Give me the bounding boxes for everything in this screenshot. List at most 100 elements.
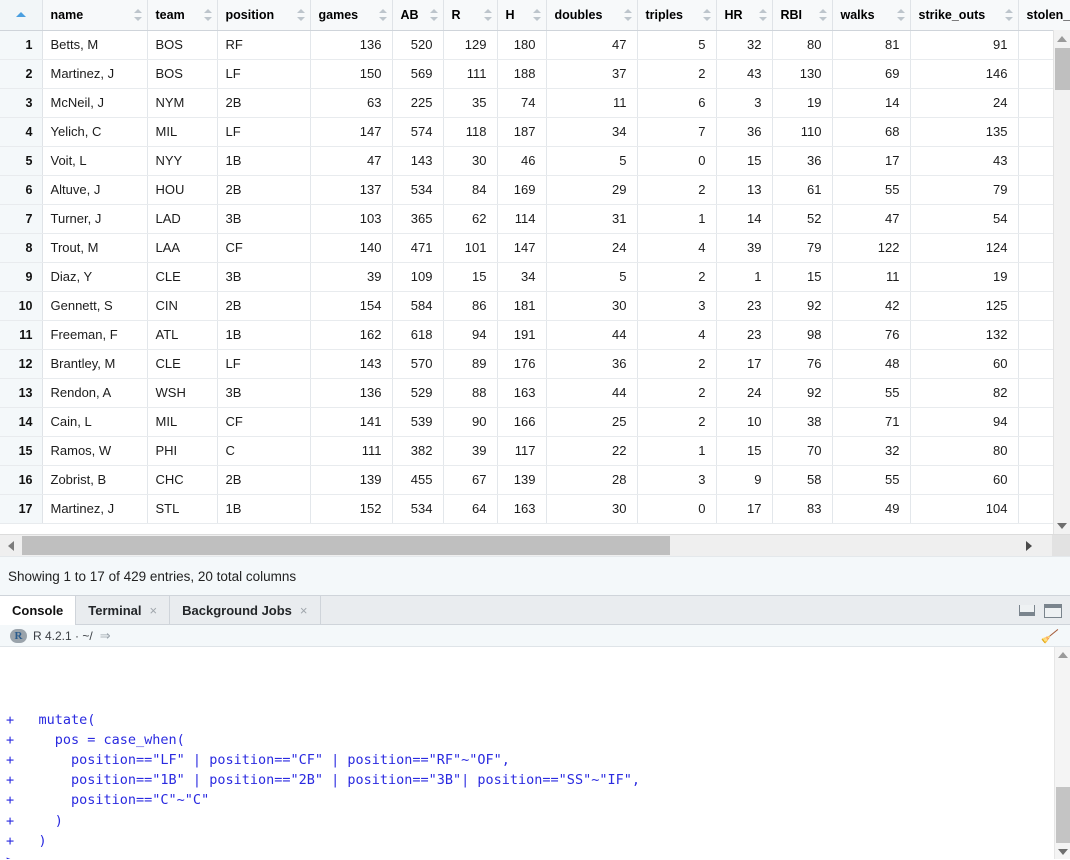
cell-rbi: 38: [772, 407, 833, 437]
maximize-pane-icon[interactable]: [1044, 603, 1062, 618]
cell-h: 187: [497, 117, 547, 147]
table-row[interactable]: 13 Rendon, A WSH 3B 136 529 88 163 44 2 24 92 55 82: [0, 378, 1070, 408]
column-header-label: name: [50, 7, 84, 22]
cell-team: ATL: [147, 320, 218, 350]
cell-position: LF: [217, 349, 311, 379]
column-header-ab[interactable]: AB: [392, 0, 444, 31]
sort-toggle-icon[interactable]: [1004, 8, 1014, 22]
vertical-scrollbar-thumb[interactable]: [1055, 48, 1070, 90]
cell-rbi: 76: [772, 349, 833, 379]
cell-doubles: 22: [546, 436, 638, 466]
row-number: 3: [0, 88, 43, 118]
cell-triples: 1: [637, 436, 717, 466]
console-scrollbar-thumb[interactable]: [1056, 787, 1070, 843]
sort-toggle-icon[interactable]: [623, 8, 633, 22]
column-header-stolen_[interactable]: stolen_: [1018, 0, 1070, 31]
console-vertical-scrollbar[interactable]: [1054, 647, 1070, 859]
sort-toggle-icon[interactable]: [133, 8, 143, 22]
cell-h: 147: [497, 233, 547, 263]
scroll-right-button[interactable]: [1018, 535, 1039, 556]
table-row[interactable]: 3 McNeil, J NYM 2B 63 225 35 74 11 6 3 19 14 24: [0, 88, 1070, 118]
console-scroll-up-button[interactable]: [1055, 647, 1070, 662]
table-horizontal-scrollbar[interactable]: [0, 534, 1070, 556]
cell-ab: 539: [392, 407, 444, 437]
table-row[interactable]: 6 Altuve, J HOU 2B 137 534 84 169 29 2 13 61 55 79: [0, 175, 1070, 205]
sort-toggle-icon[interactable]: [896, 8, 906, 22]
table-row[interactable]: 17 Martinez, J STL 1B 152 534 64 163 30 0 17 83 49 10…: [0, 494, 1070, 524]
scroll-up-button[interactable]: [1054, 30, 1070, 47]
table-row[interactable]: 9 Diaz, Y CLE 3B 39 109 15 34 5 2 1 15 11 19: [0, 262, 1070, 292]
sort-toggle-icon[interactable]: [532, 8, 542, 22]
open-working-directory-icon[interactable]: ⇒: [100, 628, 111, 644]
horizontal-scrollbar-thumb[interactable]: [22, 536, 670, 555]
tab-console[interactable]: Console: [0, 596, 77, 625]
sort-toggle-icon[interactable]: [296, 8, 306, 22]
column-header-h[interactable]: H: [497, 0, 547, 31]
sort-toggle-icon[interactable]: [818, 8, 828, 22]
tab-terminal[interactable]: Terminal ×: [76, 596, 171, 625]
cell-triples: 3: [637, 291, 717, 321]
cell-team: WSH: [147, 378, 218, 408]
tab-background-jobs[interactable]: Background Jobs ×: [170, 596, 321, 625]
cell-games: 162: [310, 320, 393, 350]
column-header-name[interactable]: name: [42, 0, 148, 31]
table-row[interactable]: 15 Ramos, W PHI C 111 382 39 117 22 1 15 70 32 80: [0, 436, 1070, 466]
table-status-bar: Showing 1 to 17 of 429 entries, 20 total…: [0, 556, 1070, 595]
column-header-r[interactable]: R: [443, 0, 498, 31]
cell-strike_outs: 19: [910, 262, 1019, 292]
column-header-team[interactable]: team: [147, 0, 218, 31]
table-row[interactable]: 14 Cain, L MIL CF 141 539 90 166 25 2 10 38 71 94: [0, 407, 1070, 437]
column-header-triples[interactable]: triples: [637, 0, 717, 31]
cell-name: Rendon, A: [42, 378, 148, 408]
cell-rbi: 15: [772, 262, 833, 292]
console-scroll-down-button[interactable]: [1055, 844, 1070, 859]
close-icon[interactable]: ×: [150, 604, 158, 617]
cell-ab: 520: [392, 30, 444, 60]
sort-toggle-icon[interactable]: [483, 8, 493, 22]
table-row[interactable]: 7 Turner, J LAD 3B 103 365 62 114 31 1 14 52 47 54: [0, 204, 1070, 234]
console-line: + position=="1B" | position=="2B" | posi…: [6, 772, 640, 789]
cell-ab: 574: [392, 117, 444, 147]
cell-games: 136: [310, 378, 393, 408]
cell-rbi: 83: [772, 494, 833, 524]
console-output[interactable]: + mutate(+ pos = case_when(+ position=="…: [0, 647, 1070, 859]
cell-strike_outs: 79: [910, 175, 1019, 205]
table-row[interactable]: 8 Trout, M LAA CF 140 471 101 147 24 4 39 79 122 124: [0, 233, 1070, 263]
table-row[interactable]: 4 Yelich, C MIL LF 147 574 118 187 34 7 36 110 68 135: [0, 117, 1070, 147]
cell-name: Turner, J: [42, 204, 148, 234]
column-header-games[interactable]: games: [310, 0, 393, 31]
cell-rbi: 92: [772, 291, 833, 321]
table-row[interactable]: 1 Betts, M BOS RF 136 520 129 180 47 5 32 80 81 91: [0, 30, 1070, 60]
cell-rbi: 61: [772, 175, 833, 205]
scroll-down-button[interactable]: [1054, 517, 1070, 534]
table-row[interactable]: 2 Martinez, J BOS LF 150 569 111 188 37 2 43 130 69 1…: [0, 59, 1070, 89]
cell-games: 47: [310, 146, 393, 176]
column-header-hr[interactable]: HR: [716, 0, 773, 31]
sort-toggle-icon[interactable]: [378, 8, 388, 22]
sort-toggle-icon[interactable]: [758, 8, 768, 22]
table-row[interactable]: 5 Voit, L NYY 1B 47 143 30 46 5 0 15 36 17 43: [0, 146, 1070, 176]
table-row[interactable]: 12 Brantley, M CLE LF 143 570 89 176 36 2 17 76 48 60: [0, 349, 1070, 379]
cell-hr: 1: [716, 262, 773, 292]
close-icon[interactable]: ×: [300, 604, 308, 617]
sort-toggle-icon[interactable]: [429, 8, 439, 22]
sort-toggle-icon[interactable]: [702, 8, 712, 22]
table-row[interactable]: 10 Gennett, S CIN 2B 154 584 86 181 30 3 23 92 42 125: [0, 291, 1070, 321]
column-header-doubles[interactable]: doubles: [546, 0, 638, 31]
sort-toggle-icon[interactable]: [203, 8, 213, 22]
cell-h: 117: [497, 436, 547, 466]
minimize-pane-icon[interactable]: [1019, 605, 1035, 616]
scroll-left-button[interactable]: [0, 535, 21, 556]
cell-triples: 2: [637, 349, 717, 379]
column-header-position[interactable]: position: [217, 0, 311, 31]
table-row[interactable]: 16 Zobrist, B CHC 2B 139 455 67 139 28 3 9 58 55 60: [0, 465, 1070, 495]
column-header-rownum[interactable]: [0, 0, 43, 31]
column-header-rbi[interactable]: RBI: [772, 0, 833, 31]
table-row[interactable]: 11 Freeman, F ATL 1B 162 618 94 191 44 4 23 98 76 132: [0, 320, 1070, 350]
column-header-walks[interactable]: walks: [832, 0, 911, 31]
table-vertical-scrollbar[interactable]: [1053, 30, 1070, 534]
clear-console-icon[interactable]: 🧹: [1040, 627, 1059, 646]
column-header-label: stolen_: [1026, 7, 1070, 22]
column-header-strike_outs[interactable]: strike_outs: [910, 0, 1019, 31]
triangle-left-icon: [7, 540, 14, 551]
